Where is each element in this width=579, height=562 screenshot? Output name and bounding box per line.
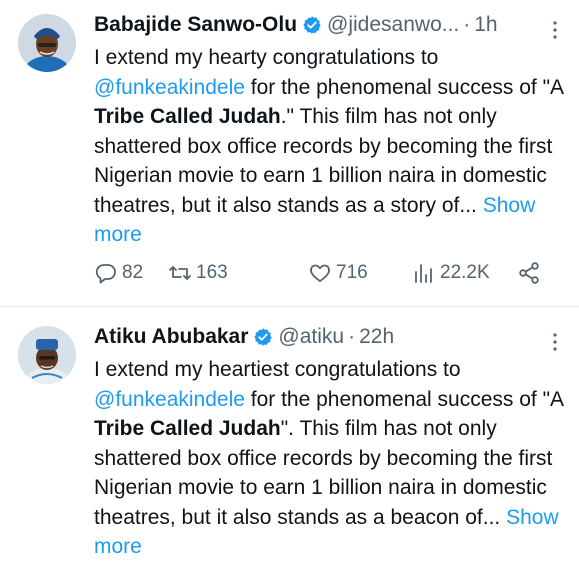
verified-badge-icon bbox=[254, 328, 273, 346]
film-title-bold: Tribe Called Judah bbox=[94, 105, 281, 128]
tweet-text-part: I extend my hearty congratulations to bbox=[94, 46, 439, 69]
timestamp[interactable]: 1h bbox=[474, 12, 497, 38]
reply-count: 82 bbox=[122, 262, 144, 283]
tweet-text-part: for the phenomenal success of "A bbox=[244, 387, 563, 411]
share-icon bbox=[519, 262, 539, 284]
more-options-icon[interactable] bbox=[545, 332, 565, 352]
tweet-text: I extend my heartiest congratulations to… bbox=[94, 355, 563, 562]
views-button[interactable]: 22.2K bbox=[412, 258, 490, 288]
tweet-text-part: for the phenomenal success of "A bbox=[244, 75, 563, 99]
tweet-text-part: I extend my heartiest congratulations to bbox=[94, 358, 461, 381]
avatar[interactable] bbox=[18, 326, 76, 384]
mention-link[interactable]: @funkeakindele bbox=[94, 388, 245, 411]
mention-link[interactable]: @funkeakindele bbox=[94, 76, 245, 99]
tweet-2[interactable]: Atiku Abubakar @atiku · 22h I extend my … bbox=[0, 306, 579, 558]
tweet-header: Atiku Abubakar @atiku · 22h bbox=[94, 324, 563, 350]
reply-button[interactable]: 82 bbox=[94, 258, 143, 288]
author-name[interactable]: Atiku Abubakar bbox=[94, 324, 248, 350]
avatar-image bbox=[18, 326, 76, 384]
more-options-icon[interactable] bbox=[545, 20, 565, 40]
timestamp[interactable]: 22h bbox=[359, 324, 394, 350]
tweet-actions: 82 163 716 22.2K bbox=[94, 258, 565, 288]
author-handle[interactable]: @atiku bbox=[278, 324, 344, 350]
avatar[interactable] bbox=[18, 14, 76, 72]
tweet-header: Babajide Sanwo-Olu @jidesanwo... · 1h bbox=[94, 12, 563, 38]
like-icon bbox=[310, 264, 330, 282]
like-button[interactable]: 716 bbox=[308, 258, 368, 288]
views-icon bbox=[415, 264, 432, 283]
separator-dot: · bbox=[348, 325, 356, 348]
repost-icon bbox=[169, 266, 191, 280]
author-name[interactable]: Babajide Sanwo-Olu bbox=[94, 12, 297, 38]
film-title-bold: Tribe Called Judah bbox=[94, 417, 281, 440]
avatar-image bbox=[18, 14, 76, 72]
views-count: 22.2K bbox=[440, 262, 490, 283]
author-handle[interactable]: @jidesanwo... bbox=[327, 12, 459, 38]
reply-icon bbox=[95, 264, 116, 284]
tweet-1[interactable]: Babajide Sanwo-Olu @jidesanwo... · 1h I … bbox=[0, 0, 579, 306]
verified-badge-icon bbox=[303, 16, 321, 34]
repost-count: 163 bbox=[196, 262, 228, 283]
tweet-text: I extend my hearty congratulations to @f… bbox=[94, 43, 563, 250]
repost-button[interactable]: 163 bbox=[168, 258, 228, 288]
share-button[interactable] bbox=[517, 258, 545, 288]
like-count: 716 bbox=[336, 262, 368, 283]
separator-dot: · bbox=[463, 13, 471, 36]
